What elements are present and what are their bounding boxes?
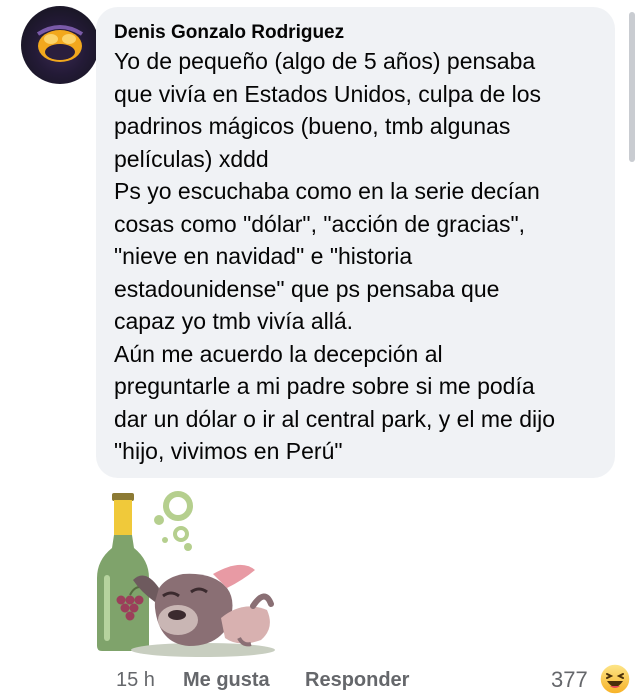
comment-line: capaz yo tmb vivía allá. <box>114 308 354 334</box>
avatar-image <box>36 25 84 62</box>
comment-line: padrinos mágicos (bueno, tmb algunas <box>114 113 511 139</box>
comment-author[interactable]: Denis Gonzalo Rodriguez <box>114 22 344 44</box>
comment-line: cosas como "dólar", "acción de gracias", <box>114 210 526 237</box>
comment-body: Yo de pequeño (algo de 5 años) pensaba q… <box>114 45 609 468</box>
comment-line: películas) xddd <box>114 145 269 172</box>
scrollbar[interactable] <box>629 12 635 162</box>
haha-icon[interactable] <box>599 663 631 695</box>
avatar[interactable] <box>21 6 99 84</box>
comment-line: "nieve en navidad" e "historia <box>114 243 413 269</box>
comment-line: que vivía en Estados Unidos, culpa de lo… <box>114 80 542 107</box>
like-button[interactable]: Me gusta <box>183 669 270 692</box>
reaction-count[interactable]: 377 <box>551 667 588 693</box>
comment-line: "hijo, vivimos en Perú" <box>114 438 343 464</box>
drunk-dog-sticker <box>97 491 275 657</box>
comment-line: Aún me acuerdo la decepción al <box>114 340 443 367</box>
reply-button[interactable]: Responder <box>305 669 409 692</box>
comment-line: Ps yo escuchaba como en la serie decían <box>114 178 540 204</box>
comment-line: Yo de pequeño (algo de 5 años) pensaba <box>114 48 536 74</box>
comment-bubble: Denis Gonzalo Rodriguez Yo de pequeño (a… <box>96 7 615 478</box>
comment-line: estadounidense" que ps pensaba que <box>114 275 500 302</box>
comment-timestamp[interactable]: 15 h <box>116 669 155 692</box>
comment-line: preguntarle a mi padre sobre si me podía <box>114 373 535 399</box>
comment-line: dar un dólar o ir al central park, y el … <box>114 405 556 432</box>
